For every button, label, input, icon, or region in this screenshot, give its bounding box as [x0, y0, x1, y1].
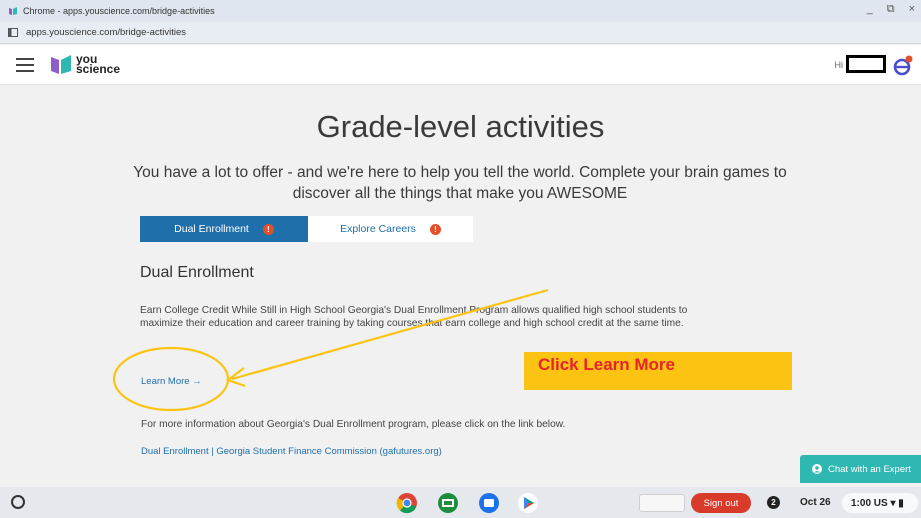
learn-more-link[interactable]: Learn More → [141, 376, 202, 387]
tab-label: Explore Careers [340, 223, 416, 235]
sign-out-button[interactable]: Sign out [691, 493, 751, 513]
redacted-username [846, 55, 886, 73]
section-title: Dual Enrollment [140, 264, 254, 281]
window-title-bar: Chrome - apps.youscience.com/bridge-acti… [0, 0, 921, 22]
tab-dual-enrollment[interactable]: Dual Enrollment ! [140, 216, 308, 242]
restore-button[interactable]: ⧉ [887, 3, 895, 16]
address-bar[interactable]: apps.youscience.com/bridge-activities [0, 22, 921, 44]
alert-badge-icon: ! [262, 223, 274, 235]
chrome-icon[interactable] [396, 492, 418, 514]
chat-label: Chat with an Expert [828, 463, 911, 475]
user-avatar-icon[interactable] [893, 54, 913, 76]
youscience-favicon-icon [9, 7, 17, 15]
launcher-icon[interactable] [11, 495, 25, 509]
callout-text: Click Learn More [538, 355, 675, 374]
youscience-logo-icon [51, 55, 71, 74]
url-text[interactable]: apps.youscience.com/bridge-activities [26, 27, 186, 38]
system-tray[interactable]: 1:00 US ▾ ▮ [842, 493, 918, 513]
site-info-icon[interactable] [8, 28, 18, 37]
play-store-icon[interactable] [517, 492, 539, 514]
page-title: Grade-level activities [316, 109, 605, 144]
greeting-text: Hi [834, 60, 844, 70]
logo-text-science: science [76, 62, 121, 76]
activity-tabs: Dual Enrollment ! Explore Careers ! [140, 216, 473, 242]
chat-with-expert-button[interactable]: Chat with an Expert [800, 455, 921, 483]
main-content: Grade-level activities You have a lot to… [0, 86, 921, 486]
gafutures-link[interactable]: Dual Enrollment | Georgia Student Financ… [141, 446, 442, 457]
window-controls: _ ⧉ × [867, 3, 915, 16]
chat-user-icon [812, 464, 822, 474]
page-subtitle: You have a lot to offer - and we're here… [133, 164, 787, 202]
app-header: you science Hi [0, 45, 921, 85]
section-description: Earn College Credit While Still in High … [140, 305, 688, 329]
minimize-button[interactable]: _ [867, 3, 873, 16]
annotation-callout: Click Learn More [524, 352, 792, 390]
files-icon[interactable] [478, 492, 500, 514]
hamburger-menu-icon[interactable] [16, 58, 34, 72]
youscience-logo[interactable]: you science [50, 53, 120, 75]
tab-label: Dual Enrollment [174, 223, 249, 235]
date-display[interactable]: Oct 26 [800, 497, 831, 508]
alert-badge-icon: ! [429, 223, 441, 235]
window-thumbnail[interactable] [639, 494, 685, 512]
classroom-icon[interactable] [437, 492, 459, 514]
close-button[interactable]: × [909, 3, 915, 16]
os-taskbar: Sign out 2 Oct 26 1:00 US ▾ ▮ [0, 487, 921, 518]
window-title: Chrome - apps.youscience.com/bridge-acti… [23, 6, 215, 16]
more-info-text: For more information about Georgia's Dua… [141, 419, 566, 430]
notification-count-badge[interactable]: 2 [767, 496, 780, 509]
tab-explore-careers[interactable]: Explore Careers ! [308, 216, 473, 242]
